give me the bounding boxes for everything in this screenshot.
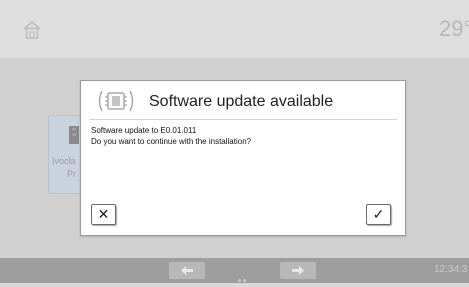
home-icon[interactable] (22, 20, 42, 40)
page-dot (243, 279, 246, 282)
dialog-message-version: Software update to E0.01.011 (91, 126, 197, 135)
confirm-button[interactable]: ✓ (366, 204, 391, 225)
arrow-right-icon (292, 266, 304, 275)
ivoclar-logo: Iv Vi (69, 126, 79, 144)
arrow-left-icon (181, 266, 193, 275)
forward-button[interactable] (280, 262, 316, 279)
cancel-button[interactable]: ✕ (91, 204, 116, 225)
bottom-bar: 12:34:3 (0, 258, 469, 283)
dialog-title: Software update available (149, 93, 334, 110)
dialog-message-question: Do you want to continue with the install… (91, 137, 252, 146)
temperature-display: 29° (439, 16, 469, 41)
back-button[interactable] (169, 262, 205, 279)
top-bar: 29° (0, 0, 469, 58)
dialog-divider (89, 119, 397, 120)
page-dot (238, 279, 241, 282)
page-indicator (238, 269, 248, 287)
close-icon: ✕ (97, 206, 110, 222)
software-update-dialog: Software update available Software updat… (80, 80, 406, 236)
clock: 12:34:3 (434, 264, 468, 275)
checkmark-icon: ✓ (372, 206, 385, 222)
software-update-icon (96, 88, 136, 119)
